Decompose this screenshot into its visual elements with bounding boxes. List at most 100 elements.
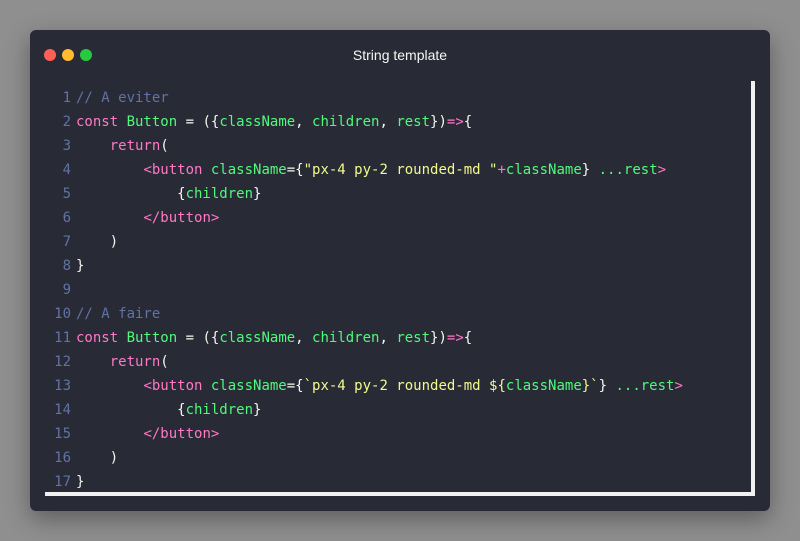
code-line: 5 {children} <box>30 182 750 206</box>
line-text: ) <box>76 450 118 466</box>
line-number: 4 <box>62 162 71 178</box>
code-window: String template 1 // A eviter 2 const Butto… <box>30 30 770 511</box>
line-text: return( <box>76 354 169 370</box>
code-token: ) <box>76 234 119 250</box>
code-token: ( <box>160 138 169 154</box>
line-text: } <box>76 258 84 274</box>
line-number: 13 <box>54 378 71 394</box>
line-text: // A eviter <box>76 90 169 106</box>
code-token: // A faire <box>76 306 161 322</box>
line-number: 11 <box>54 330 71 346</box>
code-token: + <box>497 162 506 178</box>
line-text: const Button = ({className, children, re… <box>76 330 472 346</box>
code-token: => <box>446 114 464 130</box>
code-token: "px-4 py-2 rounded-md " <box>303 162 498 178</box>
code-token: className <box>210 162 287 178</box>
line-text: <button className={"px-4 py-2 rounded-md… <box>76 162 666 178</box>
code-token: { <box>76 402 186 418</box>
code-token: className <box>210 378 287 394</box>
code-token: Button <box>126 330 178 346</box>
code-line: 10 // A faire <box>30 302 750 326</box>
vertical-scrollbar[interactable] <box>751 81 755 496</box>
code-token: ={ <box>286 162 304 178</box>
line-number: 10 <box>54 306 71 322</box>
code-token: ...rest <box>598 162 658 178</box>
line-number: 6 <box>62 210 71 226</box>
line-number: 17 <box>54 474 71 490</box>
code-token: children <box>312 114 380 130</box>
code-token: , <box>379 114 397 130</box>
code-token: } <box>581 162 599 178</box>
line-number: 5 <box>62 186 71 202</box>
code-token: className <box>505 162 582 178</box>
code-token: children <box>312 330 380 346</box>
code-token: return <box>109 354 161 370</box>
code-token: Button <box>126 114 178 130</box>
code-token: // A eviter <box>76 90 169 106</box>
code-token: `px-4 py-2 rounded-md ${ <box>303 378 506 394</box>
code-token: }` <box>581 378 599 394</box>
line-number: 14 <box>54 402 71 418</box>
code-token: <button <box>143 162 211 178</box>
horizontal-scrollbar[interactable] <box>45 492 751 496</box>
code-token: = ({ <box>177 114 220 130</box>
line-text: const Button = ({className, children, re… <box>76 114 472 130</box>
line-number: 1 <box>62 90 71 106</box>
code-line: 17} <box>30 470 750 494</box>
line-number: 16 <box>54 450 71 466</box>
code-token: { <box>463 114 473 130</box>
code-token: return <box>109 138 161 154</box>
code-line: 2 const Button = ({className, children, r… <box>30 110 750 134</box>
code-line: 4 <button className={"px-4 py-2 rounded-… <box>30 158 750 182</box>
line-text: </button> <box>76 426 219 442</box>
code-token: > <box>657 162 667 178</box>
line-text: {children} <box>76 402 261 418</box>
code-line: 3 return( <box>30 134 750 158</box>
line-number: 7 <box>62 234 71 250</box>
code-token: => <box>446 330 464 346</box>
code-token: } <box>253 186 262 202</box>
code-editor[interactable]: 1 // A eviter 2 const Button = ({className,… <box>30 86 750 494</box>
code-token: ...rest <box>615 378 675 394</box>
code-token: } <box>598 378 616 394</box>
code-line: 12 return( <box>30 350 750 374</box>
line-text: {children} <box>76 186 261 202</box>
code-line: 1 // A eviter <box>30 86 750 110</box>
line-text: <button className={`px-4 py-2 rounded-md… <box>76 378 683 394</box>
code-line: 6 </button> <box>30 206 750 230</box>
code-token: , <box>295 330 313 346</box>
line-number: 8 <box>62 258 71 274</box>
code-token: > <box>674 378 683 394</box>
code-line: 7 ) <box>30 230 750 254</box>
code-token: } <box>253 402 262 418</box>
line-number: 3 <box>62 138 71 154</box>
code-line: 16 ) <box>30 446 750 470</box>
code-token: className <box>219 330 296 346</box>
line-text: // A faire <box>76 306 160 322</box>
line-number: 12 <box>54 354 71 370</box>
code-token: rest <box>396 330 431 346</box>
line-text: ) <box>76 234 118 250</box>
code-token: }) <box>430 114 447 130</box>
code-token: const <box>76 114 127 130</box>
code-token: className <box>505 378 582 394</box>
title-bar: String template <box>30 30 770 80</box>
code-token: , <box>379 330 397 346</box>
code-token: const <box>76 330 127 346</box>
code-line: 14 {children} <box>30 398 750 422</box>
code-line: 13 <button className={`px-4 py-2 rounded… <box>30 374 750 398</box>
code-token: , <box>295 114 313 130</box>
code-token: <button <box>143 378 211 394</box>
code-token: rest <box>396 114 431 130</box>
code-token: } <box>76 474 85 490</box>
code-line: 8} <box>30 254 750 278</box>
line-number: 9 <box>62 282 71 298</box>
code-token: { <box>463 330 473 346</box>
code-token: children <box>185 402 254 418</box>
